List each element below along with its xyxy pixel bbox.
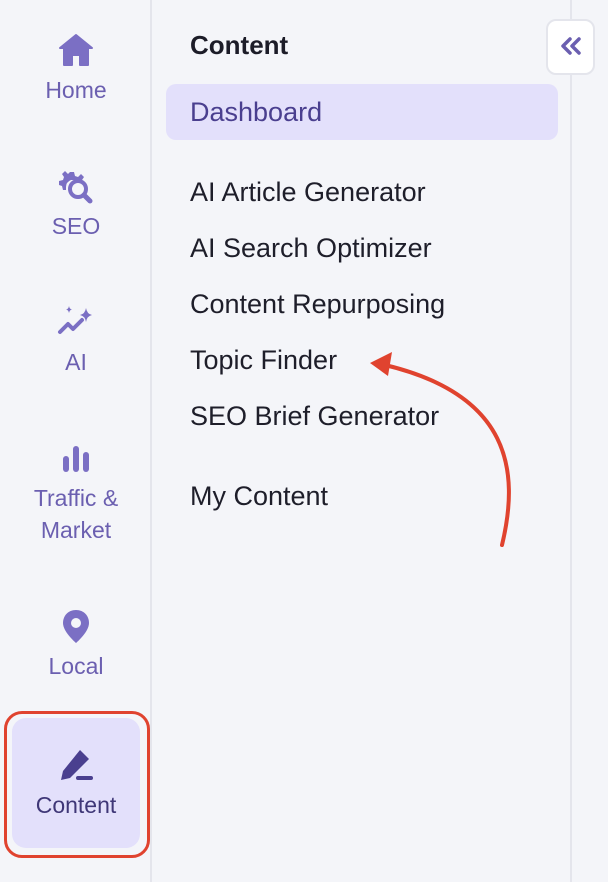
menu-item-content-repurposing[interactable]: Content Repurposing bbox=[190, 286, 445, 322]
home-icon bbox=[56, 30, 96, 70]
panel-divider bbox=[570, 0, 572, 882]
rail-label-traffic-market: Traffic & Market bbox=[33, 485, 119, 543]
rail-item-home[interactable]: Home bbox=[0, 30, 152, 106]
menu-item-my-content[interactable]: My Content bbox=[190, 478, 328, 514]
menu-item-ai-search-optimizer[interactable]: AI Search Optimizer bbox=[190, 230, 432, 266]
rail-label-local: Local bbox=[48, 653, 104, 679]
collapse-sidebar-button[interactable] bbox=[546, 19, 595, 75]
menu-item-dashboard[interactable]: Dashboard bbox=[166, 84, 558, 140]
rail-label-content: Content bbox=[35, 792, 117, 818]
rail-label-seo: SEO bbox=[51, 213, 101, 239]
pencil-icon bbox=[56, 745, 96, 785]
content-submenu-panel: Content Dashboard AI Article Generator A… bbox=[152, 0, 572, 882]
ai-sparkle-icon bbox=[56, 302, 96, 342]
rail-label-home: Home bbox=[45, 77, 107, 103]
seo-gear-search-icon bbox=[56, 166, 96, 206]
rail-item-local[interactable]: Local bbox=[0, 606, 152, 682]
bar-chart-icon bbox=[56, 438, 96, 478]
rail-item-content[interactable]: Content bbox=[12, 718, 140, 848]
menu-item-topic-finder[interactable]: Topic Finder bbox=[190, 342, 337, 378]
location-pin-icon bbox=[56, 606, 96, 646]
panel-title: Content bbox=[190, 30, 289, 60]
menu-item-seo-brief-generator[interactable]: SEO Brief Generator bbox=[190, 398, 439, 434]
menu-item-ai-article-generator[interactable]: AI Article Generator bbox=[190, 174, 426, 210]
rail-item-seo[interactable]: SEO bbox=[0, 166, 152, 242]
double-chevron-left-icon bbox=[558, 36, 584, 59]
icon-rail: Home SEO AI Traffic & Market Local Conte… bbox=[0, 0, 152, 882]
rail-item-ai[interactable]: AI bbox=[0, 302, 152, 378]
rail-item-traffic-market[interactable]: Traffic & Market bbox=[0, 438, 152, 546]
rail-label-ai: AI bbox=[65, 349, 87, 375]
